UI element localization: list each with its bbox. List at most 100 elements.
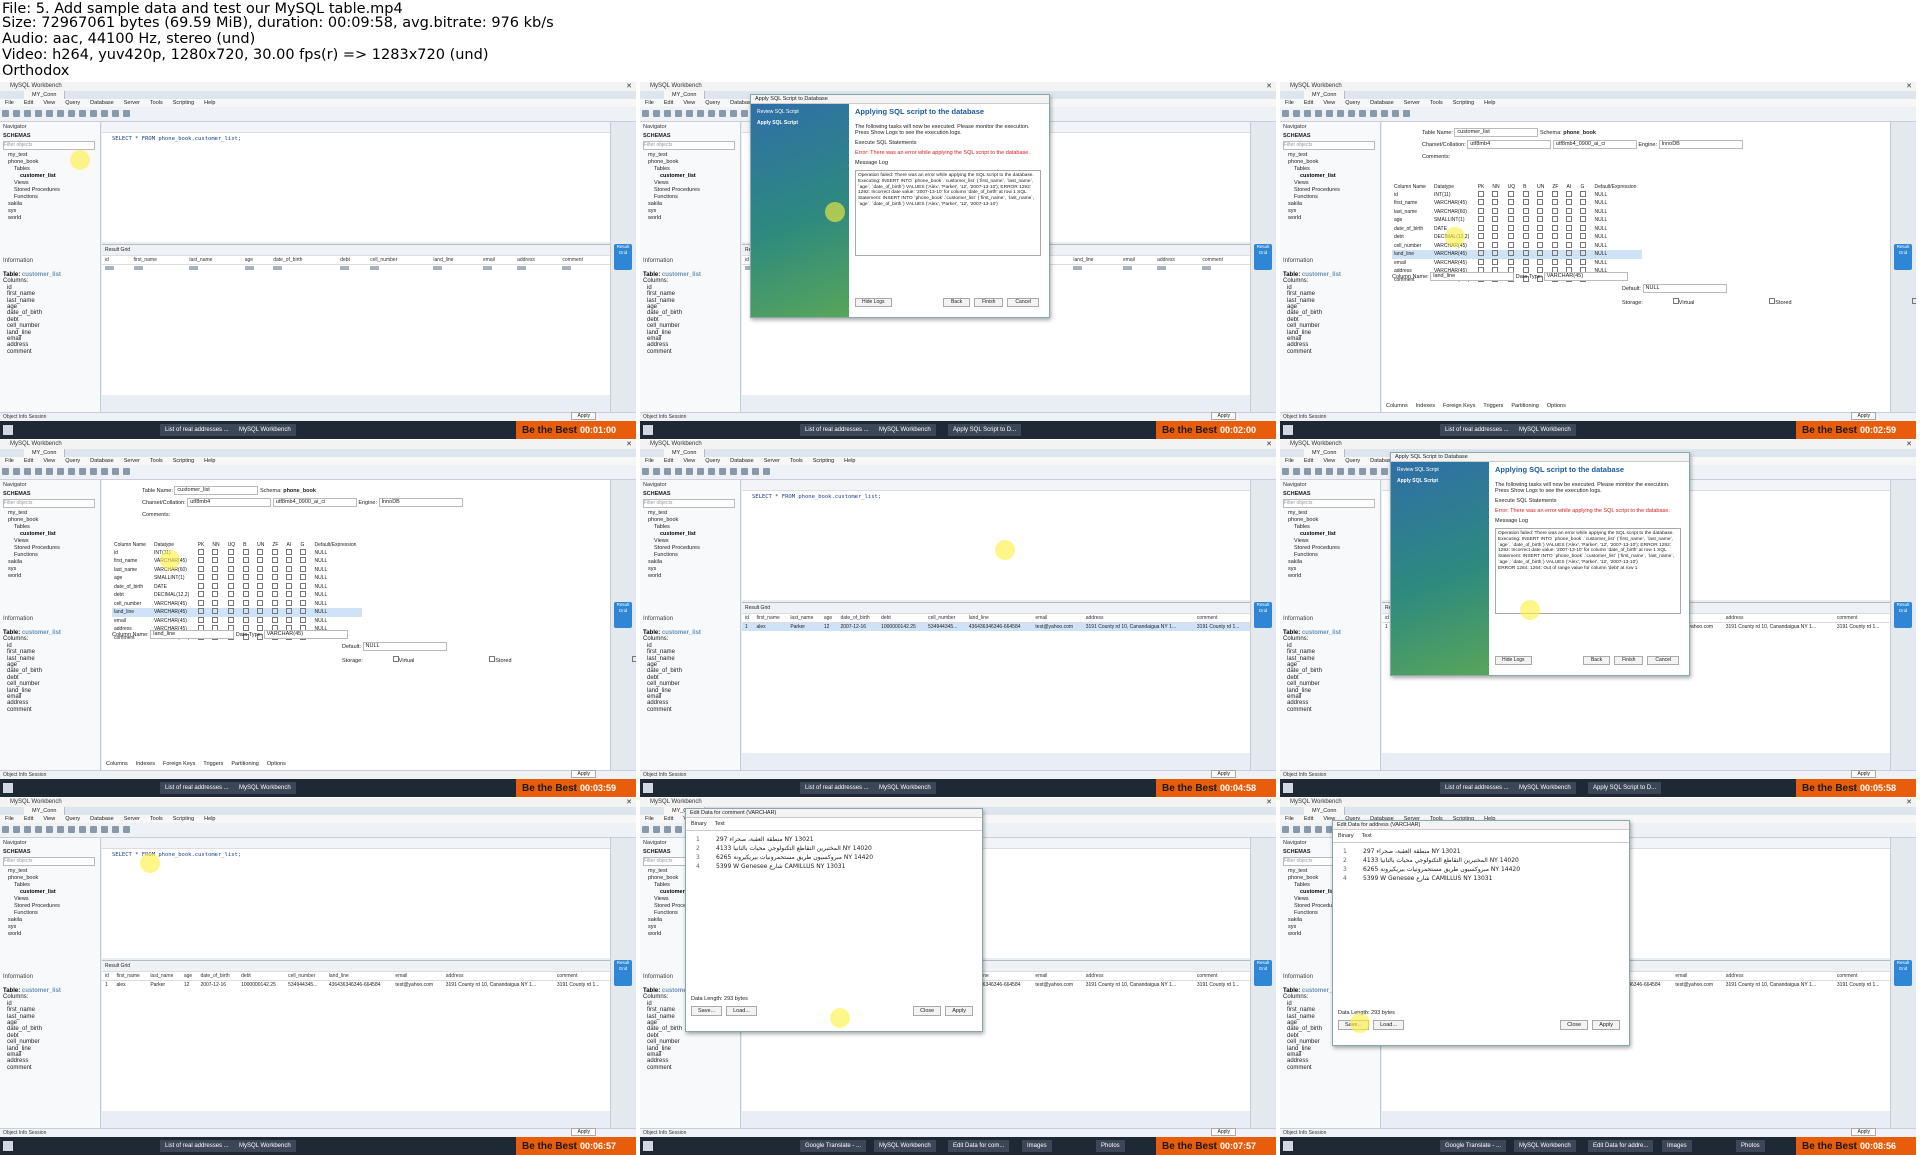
table-cell[interactable]: 1000000142.25 [238, 981, 285, 990]
flag-checkbox[interactable] [1492, 233, 1498, 239]
flag-checkbox[interactable] [1478, 199, 1484, 205]
column-header[interactable]: age [181, 972, 198, 981]
default-cell[interactable]: NULL [1592, 191, 1642, 200]
flag-checkbox[interactable] [1523, 225, 1529, 231]
toolbar-button-icon[interactable] [2, 468, 9, 475]
flag-checkbox[interactable] [212, 591, 218, 597]
flag-checkbox[interactable] [300, 566, 306, 572]
session-tab[interactable]: Session [1309, 414, 1327, 420]
table-cell[interactable]: 2007-12-16 [837, 623, 878, 632]
filter-input[interactable]: Filter objects [1283, 141, 1375, 150]
toolbar-button-icon[interactable] [664, 110, 671, 117]
flag-checkbox[interactable] [212, 583, 218, 589]
tree-item[interactable]: Views [4, 538, 60, 545]
column-row[interactable]: land_lineVARCHAR(45)NULL [1392, 250, 1642, 259]
toolbar-button-icon[interactable] [1282, 110, 1289, 117]
toolbar-button-icon[interactable] [68, 826, 75, 833]
column-header[interactable]: first_name [753, 614, 787, 623]
flag-checkbox[interactable] [1508, 259, 1514, 265]
flag-checkbox[interactable] [1508, 242, 1514, 248]
tree-item[interactable]: Views [1284, 180, 1340, 187]
storage-option[interactable]: Stored [1769, 298, 1791, 306]
flag-checkbox[interactable] [300, 591, 306, 597]
tree-item[interactable]: my_test [644, 152, 700, 159]
menu-item[interactable]: Edit [24, 100, 33, 106]
column-header[interactable]: date_of_birth [270, 256, 337, 265]
flag-checkbox[interactable] [300, 583, 306, 589]
back-button[interactable]: Back [1583, 656, 1610, 665]
menu-item[interactable]: Query [1345, 458, 1360, 464]
edit-text-area[interactable]: 1297 منطقة العقبة، صحراء NY 1302124133 ا… [1333, 843, 1629, 887]
tree-item[interactable]: Stored Procedures [644, 187, 700, 194]
result-grid-side-button[interactable]: Result Grid [1254, 244, 1272, 270]
flag-checkbox[interactable] [1552, 225, 1558, 231]
menu-item[interactable]: Help [1484, 100, 1495, 106]
toolbar-button-icon[interactable] [46, 110, 53, 117]
editor-tab[interactable]: Partitioning [1511, 403, 1539, 409]
close-icon[interactable]: ✕ [626, 82, 632, 90]
menu-item[interactable]: Scripting [813, 458, 834, 464]
flag-checkbox[interactable] [257, 617, 263, 623]
menu-item[interactable]: Database [90, 816, 114, 822]
toolbar-button-icon[interactable] [101, 110, 108, 117]
taskbar-task[interactable]: MySQL Workbench [1514, 424, 1576, 436]
apply-button[interactable]: Apply [1592, 1020, 1620, 1030]
storage-checkbox[interactable] [632, 656, 638, 662]
flag-checkbox[interactable] [257, 591, 263, 597]
flag-checkbox[interactable] [1566, 199, 1572, 205]
column-header[interactable]: id [102, 972, 113, 981]
taskbar-task[interactable]: Apply SQL Script to D... [1588, 782, 1661, 794]
flag-checkbox[interactable] [1478, 191, 1484, 197]
column-header[interactable]: email [392, 972, 442, 981]
tree-item[interactable]: sakila [1284, 559, 1340, 566]
toolbar-button-icon[interactable] [763, 468, 770, 475]
hide-logs-button[interactable]: Hide Logs [855, 298, 892, 307]
taskbar-task[interactable]: Images [1022, 1140, 1052, 1152]
flag-checkbox[interactable] [1478, 225, 1484, 231]
flag-checkbox[interactable] [1492, 216, 1498, 222]
taskbar-task[interactable]: MySQL Workbench [874, 424, 936, 436]
flag-checkbox[interactable] [1552, 250, 1558, 256]
hide-logs-button[interactable]: Hide Logs [1495, 656, 1532, 665]
column-header[interactable]: id [102, 256, 131, 265]
apply-button[interactable]: Apply [571, 1128, 596, 1136]
back-button[interactable]: Back [943, 298, 970, 307]
default-cell[interactable]: NULL [1592, 199, 1642, 208]
flag-checkbox[interactable] [1580, 233, 1586, 239]
data-type-input[interactable]: VARCHAR(45) [264, 630, 348, 639]
table-cell[interactable]: 436436346346-664584 [966, 623, 1033, 632]
null-cell[interactable] [1199, 265, 1250, 274]
object-info-tab[interactable]: Object Info [643, 1130, 667, 1136]
column-name-cell[interactable]: date_of_birth [1392, 225, 1432, 234]
null-cell[interactable] [337, 265, 367, 274]
object-info-tab[interactable]: Object Info [1283, 1130, 1307, 1136]
table-cell[interactable]: 1 [742, 623, 753, 632]
charset-select[interactable]: utf8mb4 [1467, 140, 1551, 149]
tree-item[interactable]: my_test [1284, 510, 1340, 517]
null-cell[interactable] [1154, 265, 1199, 274]
flag-checkbox[interactable] [286, 600, 292, 606]
tree-item[interactable]: customer_list [4, 173, 60, 180]
default-input[interactable]: NULL [1643, 284, 1727, 293]
toolbar-button-icon[interactable] [123, 468, 130, 475]
table-cell[interactable]: test@yahoo.com [392, 981, 442, 990]
default-cell[interactable]: NULL [1592, 233, 1642, 242]
toolbar-button-icon[interactable] [2, 110, 9, 117]
windows-start-icon[interactable] [3, 1141, 13, 1151]
tree-item[interactable]: Views [644, 538, 700, 545]
flag-checkbox[interactable] [257, 608, 263, 614]
taskbar-task[interactable]: MySQL Workbench [874, 1140, 936, 1152]
flag-checkbox[interactable] [1523, 250, 1529, 256]
table-cell[interactable]: 1 [102, 981, 113, 990]
toolbar-button-icon[interactable] [1304, 468, 1311, 475]
tree-item[interactable]: my_test [644, 510, 700, 517]
column-header[interactable]: address [1723, 972, 1834, 981]
toolbar-button-icon[interactable] [664, 826, 671, 833]
toolbar-button-icon[interactable] [1348, 468, 1355, 475]
column-name-cell[interactable]: debt [1392, 233, 1432, 242]
flag-checkbox[interactable] [1580, 216, 1586, 222]
edit-tab[interactable]: Binary [1338, 833, 1354, 839]
windows-start-icon[interactable] [1283, 783, 1293, 793]
flag-checkbox[interactable] [1552, 259, 1558, 265]
flag-checkbox[interactable] [300, 574, 306, 580]
